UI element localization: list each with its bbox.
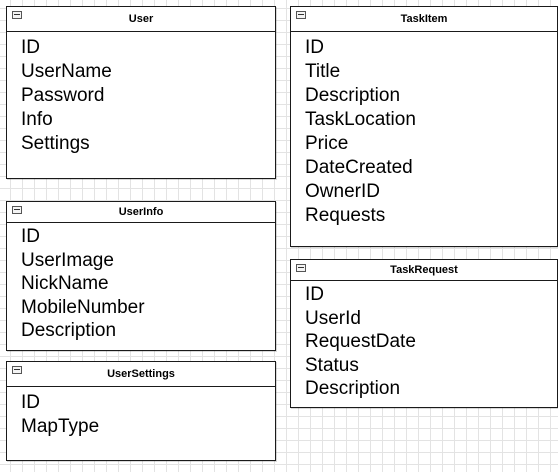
collapse-icon[interactable]	[12, 11, 22, 19]
entity-taskrequest[interactable]: TaskRequest ID UserId RequestDate Status…	[290, 259, 558, 408]
field-id: ID	[21, 392, 40, 413]
entity-fields: ID UserId RequestDate Status Description	[291, 281, 557, 401]
field-id: ID	[305, 284, 324, 305]
field-settings: Settings	[21, 133, 90, 154]
entity-title: UserInfo	[118, 206, 164, 218]
field-tasklocation: TaskLocation	[305, 109, 416, 130]
entity-taskitem[interactable]: TaskItem ID Title Description TaskLocati…	[290, 6, 558, 247]
field-description: Description	[305, 378, 401, 399]
field-maptype: MapType	[21, 416, 100, 437]
field-id: ID	[21, 37, 40, 58]
collapse-icon[interactable]	[12, 206, 22, 214]
entity-usersettings[interactable]: UserSettings ID MapType	[6, 361, 276, 461]
entity-header: UserSettings	[7, 362, 275, 387]
field-userid: UserId	[305, 307, 361, 329]
field-userimage: UserImage	[21, 249, 114, 271]
field-username: UserName	[21, 61, 112, 82]
entity-title: UserSettings	[107, 368, 175, 380]
entity-header: UserInfo	[7, 202, 275, 223]
field-description: Description	[305, 85, 401, 106]
field-price: Price	[305, 133, 349, 154]
field-title: Title	[305, 61, 341, 82]
entity-title: TaskRequest	[390, 264, 458, 276]
field-datecreated: DateCreated	[305, 157, 413, 178]
field-mobilenumber: MobileNumber	[21, 296, 145, 318]
field-ownerid: OwnerID	[305, 181, 380, 202]
entity-header: TaskRequest	[291, 260, 557, 281]
entity-fields: ID UserName Password Info Settings	[7, 32, 275, 156]
field-nickname: NickName	[21, 273, 109, 294]
field-requestdate: RequestDate	[305, 331, 416, 352]
field-password: Password	[21, 85, 105, 106]
entity-title: User	[128, 13, 154, 25]
entity-header: User	[7, 7, 275, 32]
entity-header: TaskItem	[291, 7, 557, 32]
entity-title: TaskItem	[400, 13, 448, 25]
field-requests: Requests	[305, 205, 386, 226]
entity-userinfo[interactable]: UserInfo ID UserImage NickName MobileNum…	[6, 201, 276, 351]
field-id: ID	[305, 37, 324, 58]
field-status: Status	[305, 354, 359, 376]
entity-user[interactable]: User ID UserName Password Info Settings	[6, 6, 276, 179]
collapse-icon[interactable]	[296, 264, 306, 272]
field-info: Info	[21, 109, 53, 130]
entity-fields: ID Title Description TaskLocation Price …	[291, 32, 557, 228]
entity-fields: ID UserImage NickName MobileNumber Descr…	[7, 223, 275, 343]
field-id: ID	[21, 226, 40, 247]
field-description: Description	[21, 320, 117, 341]
entity-fields: ID MapType	[7, 387, 275, 439]
collapse-icon[interactable]	[12, 366, 22, 374]
collapse-icon[interactable]	[296, 11, 306, 19]
